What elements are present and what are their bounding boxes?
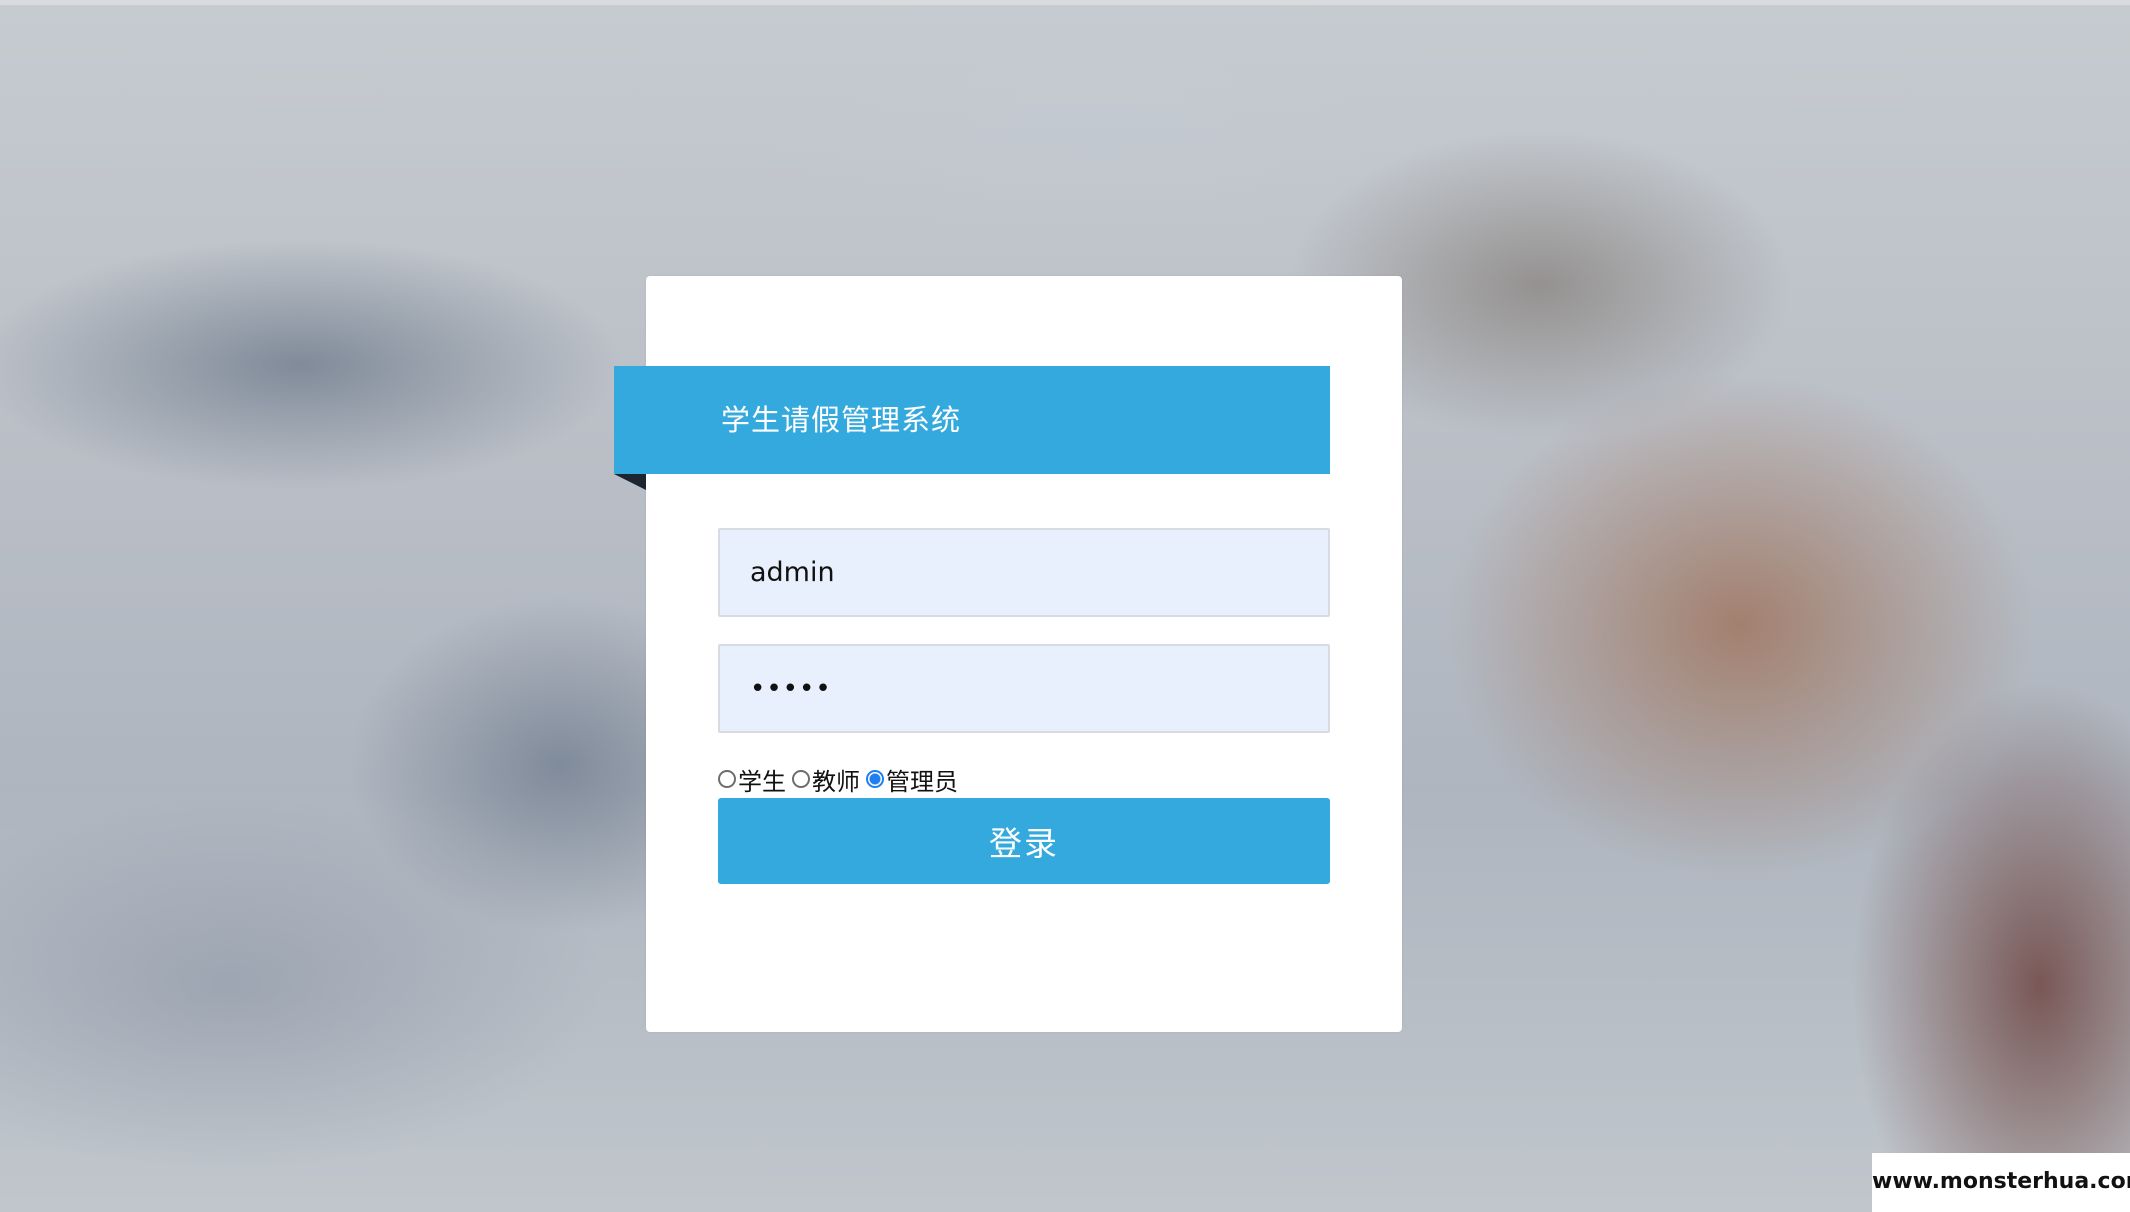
radio-student[interactable] xyxy=(718,770,736,788)
password-input[interactable] xyxy=(718,644,1330,733)
role-admin[interactable]: 管理员 xyxy=(866,762,958,797)
role-teacher[interactable]: 教师 xyxy=(792,762,860,797)
ribbon-fold xyxy=(614,474,646,490)
username-input[interactable] xyxy=(718,528,1330,617)
radio-teacher[interactable] xyxy=(792,770,810,788)
role-radio-group: 学生 教师 管理员 xyxy=(718,762,964,797)
role-student[interactable]: 学生 xyxy=(718,762,786,797)
login-button[interactable]: 登录 xyxy=(718,798,1330,884)
system-title: 学生请假管理系统 xyxy=(721,403,962,437)
watermark: www.monsterhua.com xyxy=(1872,1153,2130,1212)
role-admin-label: 管理员 xyxy=(886,767,958,796)
system-title-banner: 学生请假管理系统 xyxy=(614,366,1330,474)
role-teacher-label: 教师 xyxy=(812,767,860,796)
radio-admin[interactable] xyxy=(866,770,884,788)
role-student-label: 学生 xyxy=(738,767,786,796)
